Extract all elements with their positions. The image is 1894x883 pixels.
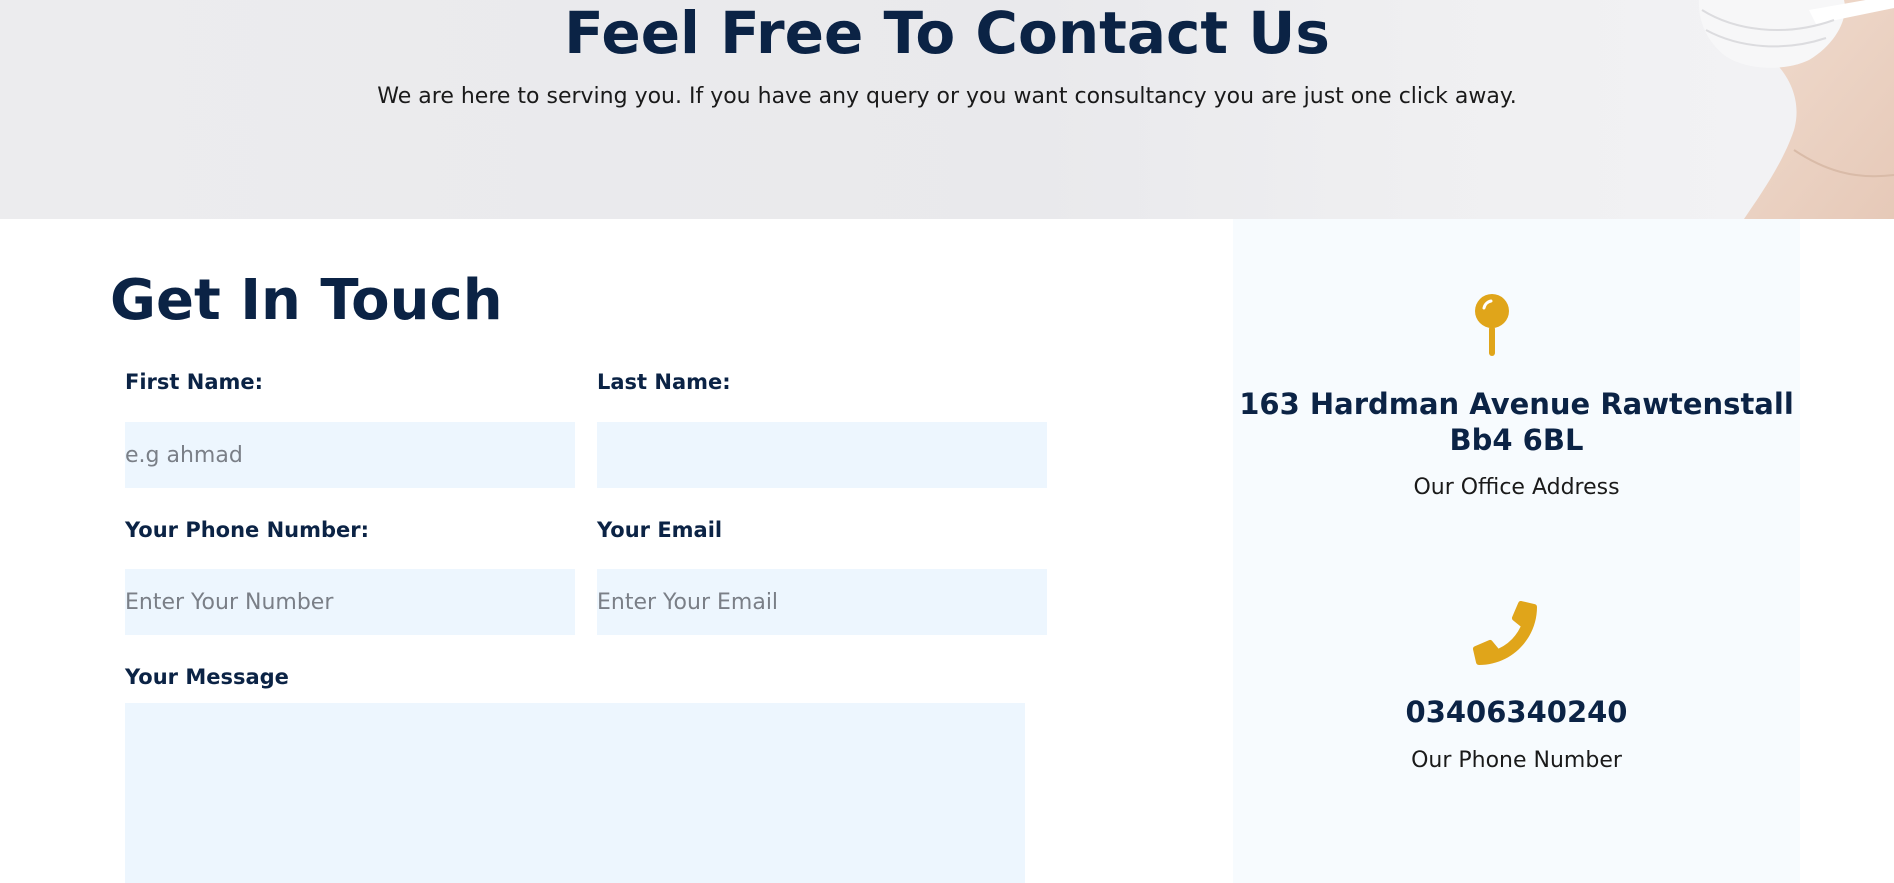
phone-number-caption: Our Phone Number [1411, 748, 1622, 773]
office-address-caption: Our Office Address [1413, 475, 1620, 500]
message-textarea[interactable] [125, 703, 1025, 883]
phone-label: Your Phone Number: [125, 518, 370, 542]
page-subtitle: We are here to serving you. If you have … [377, 84, 1517, 109]
page-title: Feel Free To Contact Us [564, 0, 1330, 67]
first-name-label: First Name: [125, 370, 264, 394]
hero-banner: Feel Free To Contact Us We are here to s… [0, 0, 1894, 219]
phone-number: 03406340240 [1405, 695, 1628, 729]
phone-icon [1473, 601, 1537, 665]
map-pin-icon [1475, 294, 1509, 356]
first-name-input[interactable] [125, 422, 575, 488]
message-label: Your Message [125, 665, 289, 689]
phone-input[interactable] [125, 569, 575, 635]
last-name-input[interactable] [597, 422, 1047, 488]
email-input[interactable] [597, 569, 1047, 635]
last-name-label: Last Name: [597, 370, 731, 394]
contact-info-panel [1233, 219, 1800, 883]
form-title: Get In Touch [110, 268, 503, 333]
email-label: Your Email [597, 518, 723, 542]
office-address: 163 Hardman Avenue Rawtenstall Bb4 6BL [1239, 387, 1794, 457]
